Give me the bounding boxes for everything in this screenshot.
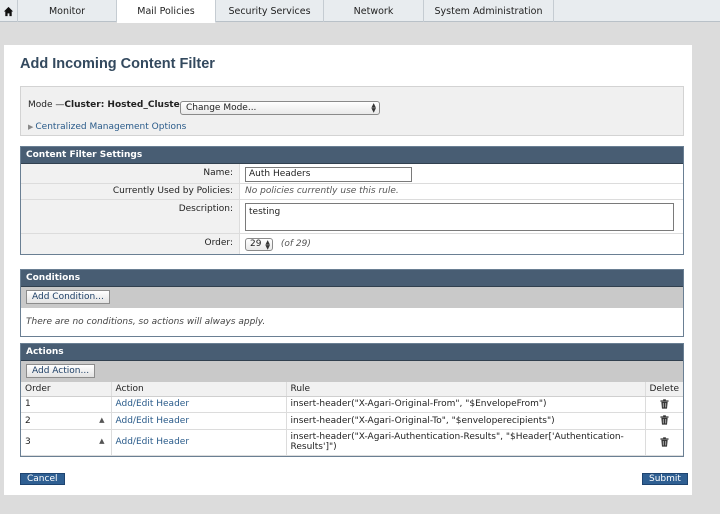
order-label: Order: xyxy=(21,234,240,254)
conditions-header: Conditions xyxy=(21,270,683,287)
centralized-management-label: Centralized Management Options xyxy=(35,122,187,132)
delete-button[interactable] xyxy=(645,396,683,413)
actions-toolbar: Add Action... xyxy=(21,361,683,382)
change-mode-select[interactable]: Change Mode... ▲ ▼ xyxy=(180,101,380,115)
delete-button[interactable] xyxy=(645,412,683,430)
order-row: Order: 29 ▲ ▼ (of 29) xyxy=(21,234,683,254)
col-action: Action xyxy=(111,382,287,397)
expand-triangle-icon: ▶ xyxy=(28,123,34,131)
order-cell: 29 ▲ ▼ (of 29) xyxy=(240,234,683,254)
col-delete: Delete xyxy=(645,382,683,397)
table-row: 3 ▲ Add/Edit Header insert-header("X-Agar… xyxy=(21,429,683,456)
order-total: (of 29) xyxy=(280,239,311,249)
main-panel: Add Incoming Content Filter Mode —Cluste… xyxy=(4,45,692,495)
used-value: No policies currently use this rule. xyxy=(245,186,399,196)
row-order-value: 3 xyxy=(25,437,31,447)
home-icon xyxy=(3,6,14,16)
submit-button[interactable]: Submit xyxy=(642,473,688,485)
table-row: 1 Add/Edit Header insert-header("X-Agari… xyxy=(21,396,683,413)
select-arrows-icon: ▲ ▼ xyxy=(371,102,376,114)
row-rule: insert-header("X-Agari-Original-From", "… xyxy=(286,396,646,413)
action-link[interactable]: Add/Edit Header xyxy=(116,399,190,409)
mode-box: Mode —Cluster: Hosted_Cluster Change Mod… xyxy=(20,86,684,136)
conditions-toolbar: Add Condition... xyxy=(21,287,683,308)
tab-system-administration[interactable]: System Administration xyxy=(424,0,554,22)
description-cell: testing xyxy=(240,200,683,233)
description-textarea[interactable]: testing xyxy=(245,203,674,231)
add-action-button[interactable]: Add Action... xyxy=(26,364,96,378)
order-value: 29 xyxy=(250,239,262,249)
action-link[interactable]: Add/Edit Header xyxy=(116,437,190,447)
actions-section: Actions Add Action... Order Action Rule … xyxy=(20,343,684,457)
change-mode-value: Change Mode... xyxy=(186,103,257,113)
mode-prefix: Mode — xyxy=(28,100,65,110)
description-label: Description: xyxy=(21,200,240,233)
page-title: Add Incoming Content Filter xyxy=(20,56,215,72)
add-condition-button[interactable]: Add Condition... xyxy=(26,290,110,304)
mode-label: Mode —Cluster: Hosted_Cluster xyxy=(28,100,184,110)
move-up-icon[interactable]: ▲ xyxy=(99,416,104,424)
row-order: 2 ▲ xyxy=(21,412,112,430)
col-order: Order xyxy=(21,382,112,397)
name-input[interactable]: Auth Headers xyxy=(245,167,412,182)
centralized-management-toggle[interactable]: ▶ Centralized Management Options xyxy=(28,122,186,132)
tab-network[interactable]: Network xyxy=(324,0,424,22)
tab-mail-policies[interactable]: Mail Policies xyxy=(117,0,216,23)
top-nav: Monitor Mail Policies Security Services … xyxy=(0,0,720,23)
order-select[interactable]: 29 ▲ ▼ xyxy=(245,238,273,251)
row-order: 1 xyxy=(21,396,112,413)
tab-monitor[interactable]: Monitor xyxy=(18,0,117,22)
trash-icon xyxy=(660,415,669,425)
settings-header: Content Filter Settings xyxy=(21,147,683,164)
cluster-name: Cluster: Hosted_Cluster xyxy=(64,100,185,110)
table-row: 2 ▲ Add/Edit Header insert-header("X-Agar… xyxy=(21,412,683,430)
home-button[interactable] xyxy=(0,0,18,22)
row-rule: insert-header("X-Agari-Authentication-Re… xyxy=(286,429,646,456)
name-cell: Auth Headers xyxy=(240,164,683,183)
row-order-value: 1 xyxy=(25,399,31,409)
trash-icon xyxy=(660,437,669,447)
content-filter-settings: Content Filter Settings Name: Auth Heade… xyxy=(20,146,684,255)
name-label: Name: xyxy=(21,164,240,183)
actions-header: Actions xyxy=(21,344,683,361)
row-rule: insert-header("X-Agari-Original-To", "$e… xyxy=(286,412,646,430)
row-order: 3 ▲ xyxy=(21,429,112,456)
delete-button[interactable] xyxy=(645,429,683,456)
used-row: Currently Used by Policies: No policies … xyxy=(21,184,683,200)
tab-security-services[interactable]: Security Services xyxy=(216,0,324,22)
col-rule: Rule xyxy=(286,382,646,397)
trash-icon xyxy=(660,399,669,409)
cancel-button[interactable]: Cancel xyxy=(20,473,65,485)
actions-header-row: Order Action Rule Delete xyxy=(21,382,683,397)
order-arrows-icon: ▲ ▼ xyxy=(265,239,270,251)
row-order-value: 2 xyxy=(25,415,31,426)
name-row: Name: Auth Headers xyxy=(21,164,683,184)
actions-table: Order Action Rule Delete 1 Add/Edit Head… xyxy=(21,382,683,456)
move-up-icon[interactable]: ▲ xyxy=(99,437,104,445)
conditions-message: There are no conditions, so actions will… xyxy=(26,317,266,327)
description-row: Description: testing xyxy=(21,200,683,234)
action-link[interactable]: Add/Edit Header xyxy=(116,416,190,426)
used-label: Currently Used by Policies: xyxy=(21,184,240,199)
conditions-section: Conditions Add Condition... There are no… xyxy=(20,269,684,337)
